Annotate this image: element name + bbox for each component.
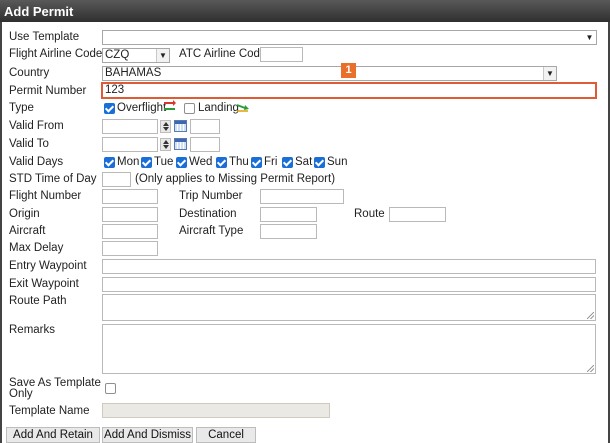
destination-input[interactable] <box>260 207 317 222</box>
entry-waypoint-input[interactable] <box>102 259 596 274</box>
route-path-label: Route Path <box>9 295 67 307</box>
valid-days-label: Valid Days <box>9 156 64 168</box>
aircraft-label: Aircraft <box>9 225 46 237</box>
entry-waypoint-label: Entry Waypoint <box>9 260 87 272</box>
day-mon-label: Mon <box>117 156 140 168</box>
chevron-down-icon: ▼ <box>543 67 556 80</box>
day-fri-label: Fri <box>264 156 278 168</box>
add-and-retain-button[interactable]: Add And Retain <box>6 427 100 443</box>
template-name-input <box>102 403 330 418</box>
overflight-checkbox[interactable] <box>104 103 115 114</box>
dialog-border-left <box>0 22 2 443</box>
valid-to-label: Valid To <box>9 138 49 150</box>
chevron-down-icon: ▼ <box>583 31 596 44</box>
flight-airline-code-select[interactable]: CZQ ▼ <box>102 48 170 63</box>
flight-airline-code-label: Flight Airline Code <box>9 48 103 60</box>
template-name-label: Template Name <box>9 405 90 417</box>
day-sun-checkbox[interactable] <box>314 157 325 168</box>
max-delay-label: Max Delay <box>9 242 64 254</box>
day-tue-checkbox[interactable] <box>141 157 152 168</box>
valid-to-spinner[interactable] <box>160 138 171 151</box>
origin-input[interactable] <box>102 207 158 222</box>
save-as-template-label: Save As Template Only <box>9 377 101 400</box>
day-mon-checkbox[interactable] <box>104 157 115 168</box>
day-sun-label: Sun <box>327 156 348 168</box>
valid-from-spinner[interactable] <box>160 120 171 133</box>
origin-label: Origin <box>9 208 40 220</box>
annotation-badge: 1 <box>341 63 356 78</box>
remarks-label: Remarks <box>9 324 56 336</box>
route-input[interactable] <box>389 207 446 222</box>
std-time-label: STD Time of Day <box>9 173 97 185</box>
chevron-down-icon: ▼ <box>156 49 169 62</box>
overflight-label: Overflight <box>117 102 167 114</box>
exit-waypoint-label: Exit Waypoint <box>9 278 79 290</box>
valid-to-date-input[interactable] <box>102 137 158 152</box>
flight-number-input[interactable] <box>102 189 158 204</box>
country-value: BAHAMAS <box>105 67 162 79</box>
destination-label: Destination <box>179 208 237 220</box>
day-thu-label: Thu <box>229 156 249 168</box>
valid-from-label: Valid From <box>9 120 64 132</box>
remarks-textarea[interactable] <box>102 324 596 374</box>
type-label: Type <box>9 102 34 114</box>
aircraft-type-input[interactable] <box>260 224 317 239</box>
std-time-input[interactable] <box>102 172 131 187</box>
route-path-textarea[interactable] <box>102 294 596 321</box>
day-wed-label: Wed <box>189 156 213 168</box>
route-label: Route <box>354 208 385 220</box>
aircraft-type-label: Aircraft Type <box>179 225 244 237</box>
landing-checkbox[interactable] <box>184 103 195 114</box>
country-select[interactable]: BAHAMAS ▼ <box>102 66 557 81</box>
resize-grip-icon[interactable] <box>587 312 594 319</box>
day-fri-checkbox[interactable] <box>251 157 262 168</box>
save-as-template-label-line2: Only <box>9 388 33 400</box>
save-as-template-checkbox[interactable] <box>105 383 116 394</box>
resize-grip-icon[interactable] <box>587 365 594 372</box>
country-label: Country <box>9 67 50 79</box>
permit-number-input[interactable]: 123 <box>101 82 597 99</box>
aircraft-input[interactable] <box>102 224 158 239</box>
dialog-title: Add Permit <box>0 0 610 22</box>
valid-from-date-input[interactable] <box>102 119 158 134</box>
std-time-note: (Only applies to Missing Permit Report) <box>135 173 336 185</box>
use-template-select[interactable]: ▼ <box>102 30 597 45</box>
overflight-arrow-icon <box>164 100 176 110</box>
calendar-icon[interactable] <box>174 120 187 132</box>
calendar-icon[interactable] <box>174 138 187 150</box>
day-sat-checkbox[interactable] <box>282 157 293 168</box>
permit-number-label: Permit Number <box>9 85 87 97</box>
flight-airline-code-value: CZQ <box>105 49 130 61</box>
trip-number-label: Trip Number <box>179 190 243 202</box>
use-template-label: Use Template <box>9 31 80 43</box>
cancel-button[interactable]: Cancel <box>196 427 256 443</box>
day-wed-checkbox[interactable] <box>176 157 187 168</box>
landing-label: Landing <box>198 102 239 114</box>
day-sat-label: Sat <box>295 156 313 168</box>
valid-to-time-input[interactable] <box>190 137 220 152</box>
add-and-dismiss-button[interactable]: Add And Dismiss <box>102 427 193 443</box>
valid-from-time-input[interactable] <box>190 119 220 134</box>
day-tue-label: Tue <box>154 156 174 168</box>
flight-number-label: Flight Number <box>9 190 82 202</box>
max-delay-input[interactable] <box>102 241 158 256</box>
landing-arrow-icon <box>236 104 249 112</box>
trip-number-input[interactable] <box>260 189 344 204</box>
atc-airline-code-input[interactable] <box>260 47 303 62</box>
atc-airline-code-label: ATC Airline Code <box>179 48 267 60</box>
day-thu-checkbox[interactable] <box>216 157 227 168</box>
exit-waypoint-input[interactable] <box>102 277 596 292</box>
